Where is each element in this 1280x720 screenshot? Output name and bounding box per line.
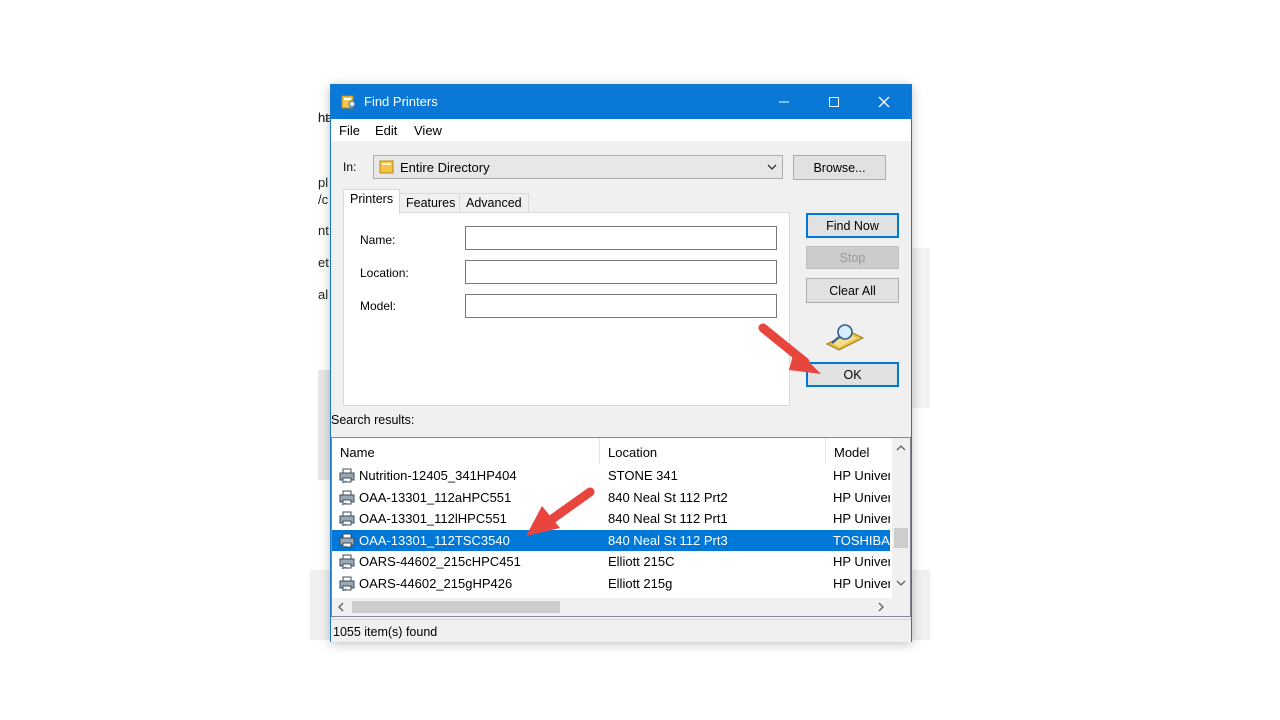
printers-tab-panel: Name: Location: Model: bbox=[343, 212, 790, 406]
cell-name: Nutrition-12405_341HP404 bbox=[359, 468, 517, 483]
cell-location: 840 Neal St 112 Prt3 bbox=[608, 532, 728, 548]
printer-icon bbox=[339, 511, 355, 526]
background-band bbox=[318, 370, 330, 480]
dialog-title: Find Printers bbox=[364, 94, 438, 109]
vertical-scrollbar[interactable] bbox=[892, 438, 910, 600]
printer-icon bbox=[339, 468, 355, 483]
tab-advanced[interactable]: Advanced bbox=[459, 193, 529, 213]
cell-name: OARS-44602_215gHP426 bbox=[359, 575, 513, 591]
in-directory-value: Entire Directory bbox=[400, 160, 490, 175]
vertical-scroll-thumb[interactable] bbox=[894, 528, 908, 548]
close-icon bbox=[878, 96, 890, 108]
scroll-down-icon[interactable] bbox=[896, 578, 906, 590]
table-row[interactable]: OARS-44602_215gHP426 Elliott 215g HP Unive… bbox=[332, 573, 890, 594]
search-magnifier-icon bbox=[825, 324, 865, 351]
cell-location: 840 Neal St 112 Prt1 bbox=[608, 511, 728, 526]
cell-model: HP Univer bbox=[833, 489, 890, 505]
cell-model: HP Univer bbox=[833, 468, 890, 483]
name-field[interactable] bbox=[465, 226, 777, 250]
table-row[interactable]: Nutrition-12405_341HP404 STONE 341 HP Univ… bbox=[332, 465, 890, 486]
printer-icon bbox=[339, 576, 355, 591]
menu-bar: File Edit View bbox=[331, 119, 911, 141]
clear-all-button[interactable]: Clear All bbox=[806, 278, 899, 303]
in-label: In: bbox=[343, 160, 357, 174]
cell-model: HP Univer bbox=[833, 554, 890, 569]
model-field[interactable] bbox=[465, 294, 777, 318]
background-text: /c bbox=[318, 192, 329, 207]
printer-icon bbox=[339, 490, 355, 505]
table-row[interactable]: OAA-13301_112lHPC551 840 Neal St 112 Prt1… bbox=[332, 508, 890, 529]
background-band bbox=[910, 248, 930, 408]
cell-location: STONE 341 bbox=[608, 468, 678, 483]
model-label: Model: bbox=[360, 299, 397, 313]
column-header-model[interactable]: Model bbox=[826, 438, 892, 464]
menu-file[interactable]: File bbox=[339, 123, 360, 138]
column-header-name[interactable]: Name bbox=[332, 438, 600, 464]
location-field[interactable] bbox=[465, 260, 777, 284]
in-directory-dropdown[interactable]: Entire Directory bbox=[373, 155, 783, 179]
background-text: nt bbox=[318, 223, 329, 238]
printer-icon bbox=[339, 554, 355, 569]
location-label: Location: bbox=[360, 266, 409, 280]
menu-view[interactable]: View bbox=[414, 123, 442, 138]
cell-model: TOSHIBA bbox=[833, 532, 890, 548]
table-row[interactable]: OAA-13301_112aHPC551 840 Neal St 112 Prt2… bbox=[332, 487, 890, 508]
cell-location: 840 Neal St 112 Prt2 bbox=[608, 489, 728, 505]
menu-edit[interactable]: Edit bbox=[375, 123, 397, 138]
maximize-button[interactable] bbox=[811, 85, 857, 119]
maximize-icon bbox=[829, 97, 839, 107]
column-header-location[interactable]: Location bbox=[600, 438, 826, 464]
cell-model: HP Univer bbox=[833, 575, 890, 591]
horizontal-scroll-thumb[interactable] bbox=[352, 601, 560, 613]
minimize-button[interactable] bbox=[761, 85, 807, 119]
horizontal-scrollbar[interactable] bbox=[332, 598, 892, 616]
table-row[interactable]: OAA-13301_112TSC3540 840 Neal St 112 Prt3… bbox=[332, 529, 890, 551]
search-results-label: Search results: bbox=[331, 413, 415, 427]
minimize-icon bbox=[779, 101, 789, 103]
table-row[interactable]: OARS-44602_215cHPC451 Elliott 215C HP Univ… bbox=[332, 551, 890, 572]
background-text: al bbox=[318, 287, 329, 302]
cell-name: OARS-44602_215cHPC451 bbox=[359, 554, 521, 569]
name-label: Name: bbox=[360, 233, 396, 247]
scroll-left-icon[interactable] bbox=[337, 602, 345, 615]
scrollbar-corner bbox=[892, 598, 910, 616]
background-text: pl bbox=[318, 175, 329, 190]
tab-features[interactable]: Features bbox=[399, 193, 463, 213]
search-results-list[interactable]: Name Location Model Nutrition-12405_341H… bbox=[331, 437, 911, 617]
cell-model: HP Univer bbox=[833, 511, 890, 526]
scroll-up-icon[interactable] bbox=[896, 443, 906, 455]
browse-button[interactable]: Browse... bbox=[793, 155, 886, 180]
scroll-right-icon[interactable] bbox=[877, 602, 885, 615]
find-now-button[interactable]: Find Now bbox=[806, 213, 899, 238]
annotation-arrow-row bbox=[526, 487, 595, 536]
close-button[interactable] bbox=[861, 85, 907, 119]
tab-printers[interactable]: Printers bbox=[343, 189, 401, 214]
title-bar[interactable]: Find Printers bbox=[331, 85, 911, 119]
status-bar: 1055 item(s) found bbox=[331, 619, 911, 642]
printer-icon bbox=[339, 533, 355, 548]
find-printers-icon bbox=[341, 95, 357, 109]
cell-location: Elliott 215C bbox=[608, 554, 675, 569]
cell-location: Elliott 215g bbox=[608, 575, 673, 591]
stop-button[interactable]: Stop bbox=[806, 246, 899, 269]
status-text: 1055 item(s) found bbox=[333, 625, 438, 639]
directory-icon bbox=[379, 160, 394, 174]
annotation-arrow-ok bbox=[758, 323, 821, 374]
background-text: et bbox=[318, 255, 329, 270]
chevron-down-icon bbox=[766, 159, 778, 178]
